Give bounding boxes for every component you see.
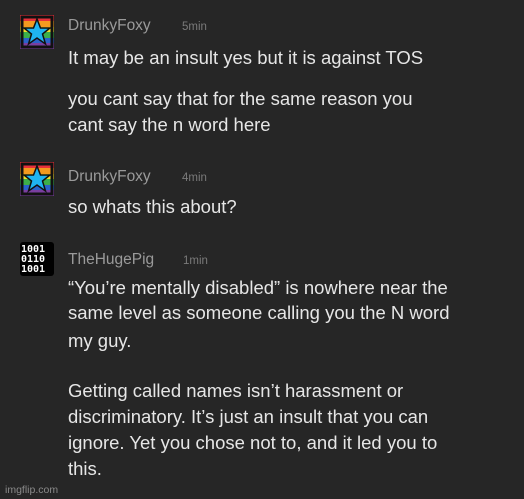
timestamp: 4min — [182, 172, 207, 184]
message-line: so whats this about? — [68, 196, 237, 217]
watermark: imgflip.com — [5, 484, 59, 496]
message-line: same level as someone calling you the N … — [68, 302, 450, 323]
avatar[interactable]: 1001 0110 1001 — [20, 242, 54, 276]
message-line: discriminatory. It’s just an insult that… — [68, 406, 429, 427]
message-line: ignore. Yet you chose not to, and it led… — [68, 432, 438, 453]
timestamp: 1min — [183, 255, 208, 267]
message-line: cant say the n word here — [68, 114, 271, 135]
binary-digits-icon: 1001 0110 1001 — [21, 244, 45, 275]
rainbow-star-icon — [20, 15, 54, 49]
avatar[interactable] — [20, 15, 54, 49]
message-line: this. — [68, 458, 102, 479]
message-line: “You’re mentally disabled” is nowhere ne… — [68, 277, 448, 298]
message-line: my guy. — [68, 330, 132, 351]
timestamp: 5min — [182, 21, 207, 33]
message-line: Getting called names isn’t harassment or — [68, 380, 404, 401]
avatar[interactable] — [20, 162, 54, 196]
message-line: It may be an insult yes but it is agains… — [68, 47, 424, 68]
author-name[interactable]: DrunkyFoxy — [68, 168, 151, 186]
author-name[interactable]: DrunkyFoxy — [68, 17, 151, 35]
author-name[interactable]: TheHugePig — [68, 251, 154, 269]
message-line: you cant say that for the same reason yo… — [68, 88, 413, 109]
rainbow-star-icon — [20, 162, 54, 196]
svg-text:1001: 1001 — [21, 264, 45, 275]
